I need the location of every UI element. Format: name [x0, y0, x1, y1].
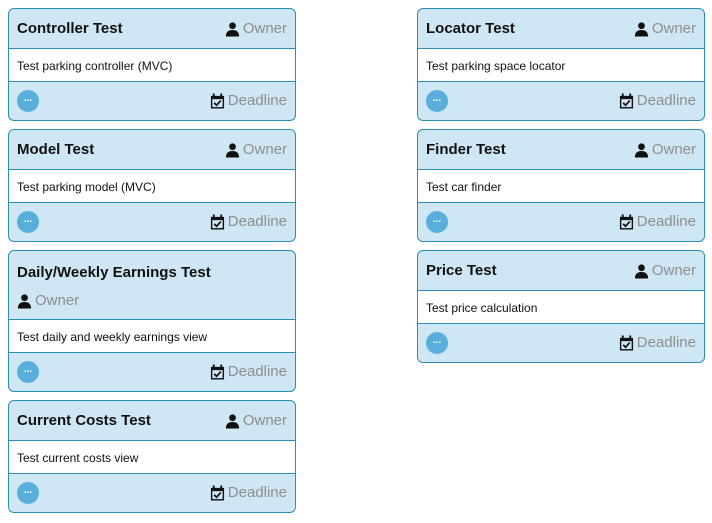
person-icon — [634, 264, 648, 279]
card-description[interactable]: Test price calculation — [418, 290, 704, 324]
deadline-field[interactable]: Deadline — [619, 333, 696, 353]
calendar-check-icon — [210, 214, 224, 230]
more-options-button[interactable]: ... — [426, 332, 448, 354]
task-column-left: Controller Test Owner Test parking contr… — [8, 8, 296, 521]
person-icon — [225, 143, 239, 158]
person-icon — [225, 22, 239, 37]
deadline-field[interactable]: Deadline — [210, 483, 287, 503]
card-footer: ... Deadline — [9, 203, 295, 241]
task-column-right: Locator Test Owner Test parking space lo… — [417, 8, 705, 371]
card-footer: ... Deadline — [9, 474, 295, 512]
card-header: Model Test Owner — [9, 130, 295, 169]
calendar-check-icon — [619, 93, 633, 109]
person-icon — [634, 143, 648, 158]
card-header: Daily/Weekly Earnings Test Owner — [9, 251, 295, 319]
task-board: Controller Test Owner Test parking contr… — [0, 0, 712, 523]
deadline-label: Deadline — [227, 92, 287, 109]
owner-field[interactable]: Owner — [634, 261, 696, 281]
card-header: Locator Test Owner — [418, 9, 704, 48]
card-header: Current Costs Test Owner — [9, 401, 295, 440]
owner-label: Owner — [35, 292, 80, 309]
deadline-field[interactable]: Deadline — [619, 212, 696, 232]
task-card[interactable]: Daily/Weekly Earnings Test Owner Test da… — [8, 250, 296, 392]
card-description[interactable]: Test daily and weekly earnings view — [9, 319, 295, 353]
card-description[interactable]: Test current costs view — [9, 440, 295, 474]
card-description[interactable]: Test parking space locator — [418, 48, 704, 82]
task-card[interactable]: Price Test Owner Test price calculation … — [417, 250, 705, 363]
deadline-field[interactable]: Deadline — [619, 91, 696, 111]
more-options-button[interactable]: ... — [17, 211, 39, 233]
task-card[interactable]: Finder Test Owner Test car finder ... De… — [417, 129, 705, 242]
card-title[interactable]: Model Test — [17, 140, 94, 160]
deadline-label: Deadline — [636, 92, 696, 109]
more-options-button[interactable]: ... — [17, 482, 39, 504]
card-footer: ... Deadline — [418, 203, 704, 241]
card-footer: ... Deadline — [9, 353, 295, 391]
owner-field[interactable]: Owner — [634, 140, 696, 160]
owner-label: Owner — [242, 20, 287, 37]
card-header: Price Test Owner — [418, 251, 704, 290]
more-options-button[interactable]: ... — [17, 90, 39, 112]
owner-label: Owner — [242, 412, 287, 429]
more-options-button[interactable]: ... — [426, 211, 448, 233]
owner-field[interactable]: Owner — [17, 291, 79, 311]
owner-label: Owner — [651, 141, 696, 158]
person-icon — [17, 294, 32, 309]
card-title[interactable]: Current Costs Test — [17, 411, 151, 431]
card-description[interactable]: Test car finder — [418, 169, 704, 203]
calendar-check-icon — [210, 485, 224, 501]
person-icon — [225, 414, 239, 429]
card-footer: ... Deadline — [418, 324, 704, 362]
card-title[interactable]: Price Test — [426, 261, 497, 281]
owner-field[interactable]: Owner — [225, 19, 287, 39]
deadline-label: Deadline — [227, 213, 287, 230]
card-footer: ... Deadline — [9, 82, 295, 120]
owner-field[interactable]: Owner — [634, 19, 696, 39]
owner-label: Owner — [242, 141, 287, 158]
card-title[interactable]: Controller Test — [17, 19, 123, 39]
owner-label: Owner — [651, 20, 696, 37]
calendar-check-icon — [210, 364, 224, 380]
deadline-label: Deadline — [227, 484, 287, 501]
card-header: Finder Test Owner — [418, 130, 704, 169]
calendar-check-icon — [619, 335, 633, 351]
calendar-check-icon — [619, 214, 633, 230]
card-header: Controller Test Owner — [9, 9, 295, 48]
task-card[interactable]: Locator Test Owner Test parking space lo… — [417, 8, 705, 121]
more-options-button[interactable]: ... — [426, 90, 448, 112]
more-options-button[interactable]: ... — [17, 361, 39, 383]
card-title[interactable]: Daily/Weekly Earnings Test — [17, 263, 211, 283]
card-footer: ... Deadline — [418, 82, 704, 120]
deadline-label: Deadline — [636, 213, 696, 230]
task-card[interactable]: Model Test Owner Test parking model (MVC… — [8, 129, 296, 242]
task-card[interactable]: Current Costs Test Owner Test current co… — [8, 400, 296, 513]
card-description[interactable]: Test parking controller (MVC) — [9, 48, 295, 82]
deadline-label: Deadline — [227, 363, 287, 380]
card-title[interactable]: Finder Test — [426, 140, 506, 160]
owner-field[interactable]: Owner — [225, 411, 287, 431]
card-description[interactable]: Test parking model (MVC) — [9, 169, 295, 203]
card-title[interactable]: Locator Test — [426, 19, 515, 39]
person-icon — [634, 22, 648, 37]
calendar-check-icon — [210, 93, 224, 109]
owner-label: Owner — [651, 262, 696, 279]
deadline-label: Deadline — [636, 334, 696, 351]
deadline-field[interactable]: Deadline — [210, 362, 287, 382]
owner-field[interactable]: Owner — [225, 140, 287, 160]
deadline-field[interactable]: Deadline — [210, 212, 287, 232]
deadline-field[interactable]: Deadline — [210, 91, 287, 111]
task-card[interactable]: Controller Test Owner Test parking contr… — [8, 8, 296, 121]
